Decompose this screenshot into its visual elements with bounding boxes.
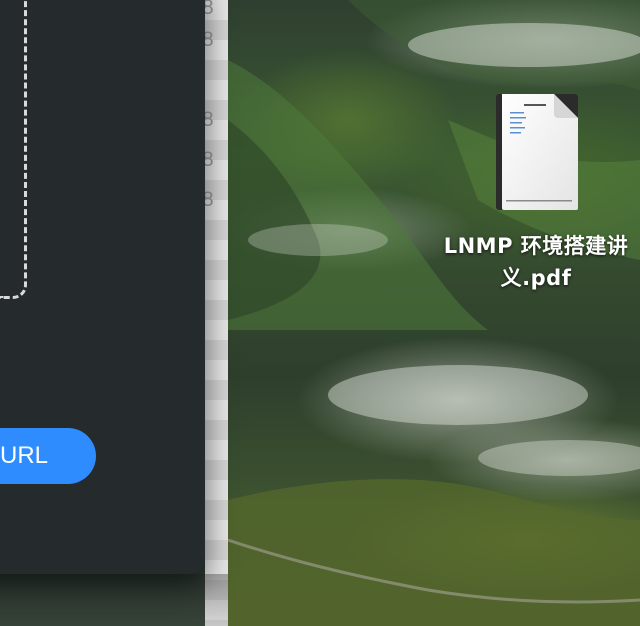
background-window-list <box>205 0 228 626</box>
url-button[interactable]: URL <box>0 428 96 484</box>
pdf-document-icon[interactable] <box>494 92 580 212</box>
background-list-value: 8 <box>202 148 214 171</box>
background-window-bottom <box>0 574 228 626</box>
background-list-value: 8 <box>202 188 214 211</box>
upload-app-window: URL <box>0 0 205 574</box>
file-name-line-2: 义.pdf <box>500 266 572 290</box>
pdf-file-name[interactable]: LNMP 环境搭建讲 义.pdf <box>430 230 640 294</box>
background-list-value: 8 <box>202 0 214 19</box>
background-list-value: 8 <box>202 28 214 51</box>
file-name-line-1: LNMP 环境搭建讲 <box>443 234 629 258</box>
screen: 8 8 8 8 8 URL LNMP 环境搭建讲 义.pdf <box>0 0 640 626</box>
background-list-value: 8 <box>202 108 214 131</box>
file-drop-zone[interactable] <box>0 0 27 299</box>
pdf-thumbnail <box>496 94 578 210</box>
